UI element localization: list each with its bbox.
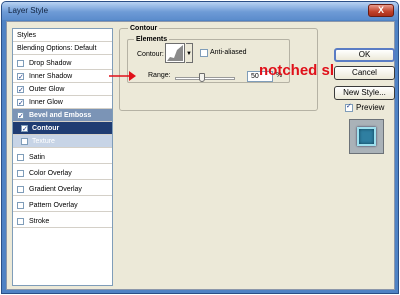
dialog-body: Styles Blending Options: Default Drop Sh… — [6, 21, 395, 290]
anti-aliased-checkbox[interactable] — [200, 49, 208, 57]
contour-picker[interactable] — [165, 43, 185, 63]
style-item-label: Stroke — [29, 218, 50, 225]
styles-list: Styles Blending Options: Default Drop Sh… — [12, 28, 113, 286]
layer-style-window: Layer Style X Styles Blending Options: D… — [1, 1, 399, 294]
style-item-label: Texture — [32, 138, 55, 145]
blending-options-item[interactable]: Blending Options: Default — [13, 42, 112, 55]
style-item-color-overlay[interactable]: Color Overlay — [13, 167, 112, 180]
range-slider-track[interactable] — [175, 77, 235, 80]
checkbox[interactable] — [21, 138, 28, 145]
blending-options-label: Blending Options: Default — [17, 45, 97, 52]
contour-group-title: Contour — [128, 25, 160, 32]
preview-label: Preview — [356, 103, 385, 112]
style-item-gradient-overlay[interactable]: Gradient Overlay — [13, 183, 112, 196]
style-item-label: Gradient Overlay — [29, 186, 82, 193]
preview-checkbox[interactable] — [345, 102, 353, 112]
style-item-label: Bevel and Emboss — [29, 112, 92, 119]
checkbox[interactable] — [21, 123, 28, 136]
checkbox[interactable] — [17, 60, 24, 67]
new-style-button[interactable]: New Style... — [334, 86, 395, 100]
checkbox[interactable] — [17, 84, 24, 97]
range-label: Range: — [148, 72, 171, 79]
checkbox[interactable] — [17, 186, 24, 193]
checkbox[interactable] — [17, 170, 24, 177]
style-item-label: Pattern Overlay — [29, 202, 78, 209]
style-item-label: Contour — [32, 125, 60, 132]
checkbox[interactable] — [17, 218, 24, 225]
styles-header-label: Styles — [17, 32, 37, 39]
style-item-stroke[interactable]: Stroke — [13, 215, 112, 228]
style-item-pattern-overlay[interactable]: Pattern Overlay — [13, 199, 112, 212]
style-item-label: Drop Shadow — [29, 60, 72, 67]
style-item-label: Outer Glow — [29, 86, 65, 93]
style-item-texture[interactable]: Texture — [13, 135, 112, 148]
style-preview-thumbnail — [349, 119, 384, 154]
cancel-button[interactable]: Cancel — [334, 66, 395, 80]
style-item-outer-glow[interactable]: Outer Glow — [13, 83, 112, 97]
style-item-satin[interactable]: Satin — [13, 151, 112, 164]
style-item-inner-shadow[interactable]: Inner Shadow — [13, 70, 112, 84]
style-item-bevel-emboss[interactable]: Bevel and Emboss — [13, 109, 112, 123]
ok-button[interactable]: OK — [334, 48, 395, 62]
style-item-label: Inner Glow — [29, 99, 63, 106]
anti-aliased-label: Anti-aliased — [210, 49, 247, 56]
styles-header[interactable]: Styles — [13, 29, 112, 42]
style-item-label: Satin — [29, 154, 45, 161]
contour-curve-icon — [167, 45, 183, 61]
contour-dropdown-arrow-icon[interactable]: ▼ — [186, 43, 193, 63]
title-bar[interactable]: Layer Style X — [2, 2, 398, 20]
range-slider-handle[interactable] — [199, 73, 205, 82]
checkbox[interactable] — [17, 97, 24, 110]
style-item-drop-shadow[interactable]: Drop Shadow — [13, 57, 112, 70]
close-button[interactable]: X — [368, 4, 394, 17]
style-item-contour[interactable]: Contour — [13, 122, 112, 136]
window-title: Layer Style — [8, 6, 49, 15]
annotation-arrow-icon — [109, 71, 136, 81]
preview-swatch — [357, 127, 376, 146]
checkbox[interactable] — [17, 110, 24, 123]
checkbox[interactable] — [17, 154, 24, 161]
style-item-inner-glow[interactable]: Inner Glow — [13, 96, 112, 110]
elements-group-title: Elements — [134, 36, 170, 43]
style-item-label: Inner Shadow — [29, 73, 73, 80]
contour-label: Contour: — [137, 51, 164, 58]
checkbox[interactable] — [17, 71, 24, 84]
style-item-label: Color Overlay — [29, 170, 72, 177]
checkbox[interactable] — [17, 202, 24, 209]
